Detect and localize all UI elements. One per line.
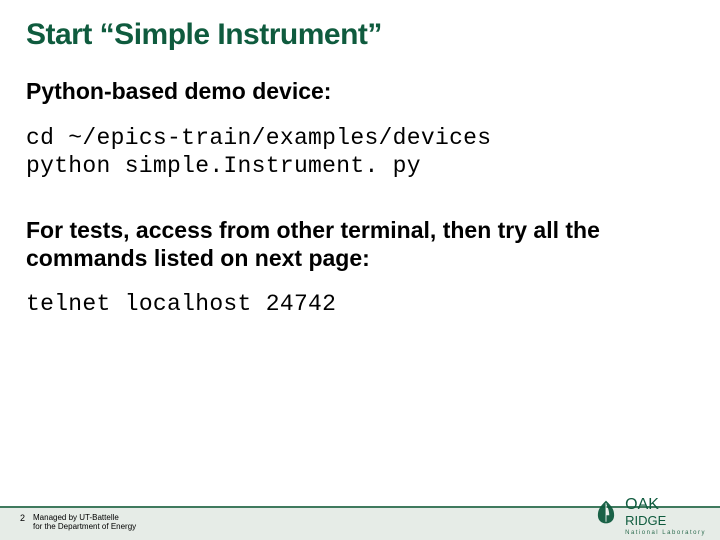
code-block-1: cd ~/epics-train/examples/devices python… bbox=[26, 124, 694, 182]
page-number: 2 bbox=[20, 513, 25, 523]
intro-text: Python-based demo device: bbox=[26, 78, 694, 106]
logo-text: OAKRIDGE National Laboratory bbox=[625, 497, 706, 536]
instructions-text: For tests, access from other terminal, t… bbox=[26, 217, 694, 272]
managed-line-2: for the Department of Energy bbox=[33, 522, 136, 531]
managed-by: Managed by UT-Battelle for the Departmen… bbox=[33, 513, 136, 531]
slide-title: Start “Simple Instrument” bbox=[26, 18, 694, 52]
logo-line-oak: OAKRIDGE bbox=[625, 497, 706, 529]
ornl-logo: OAKRIDGE National Laboratory bbox=[593, 497, 706, 536]
code-block-2: telnet localhost 24742 bbox=[26, 290, 694, 319]
logo-subtitle: National Laboratory bbox=[625, 530, 706, 536]
slide: Start “Simple Instrument” Python-based d… bbox=[0, 0, 720, 540]
managed-line-1: Managed by UT-Battelle bbox=[33, 513, 119, 522]
leaf-icon bbox=[593, 499, 619, 525]
footer: 2 Managed by UT-Battelle for the Departm… bbox=[0, 486, 720, 540]
